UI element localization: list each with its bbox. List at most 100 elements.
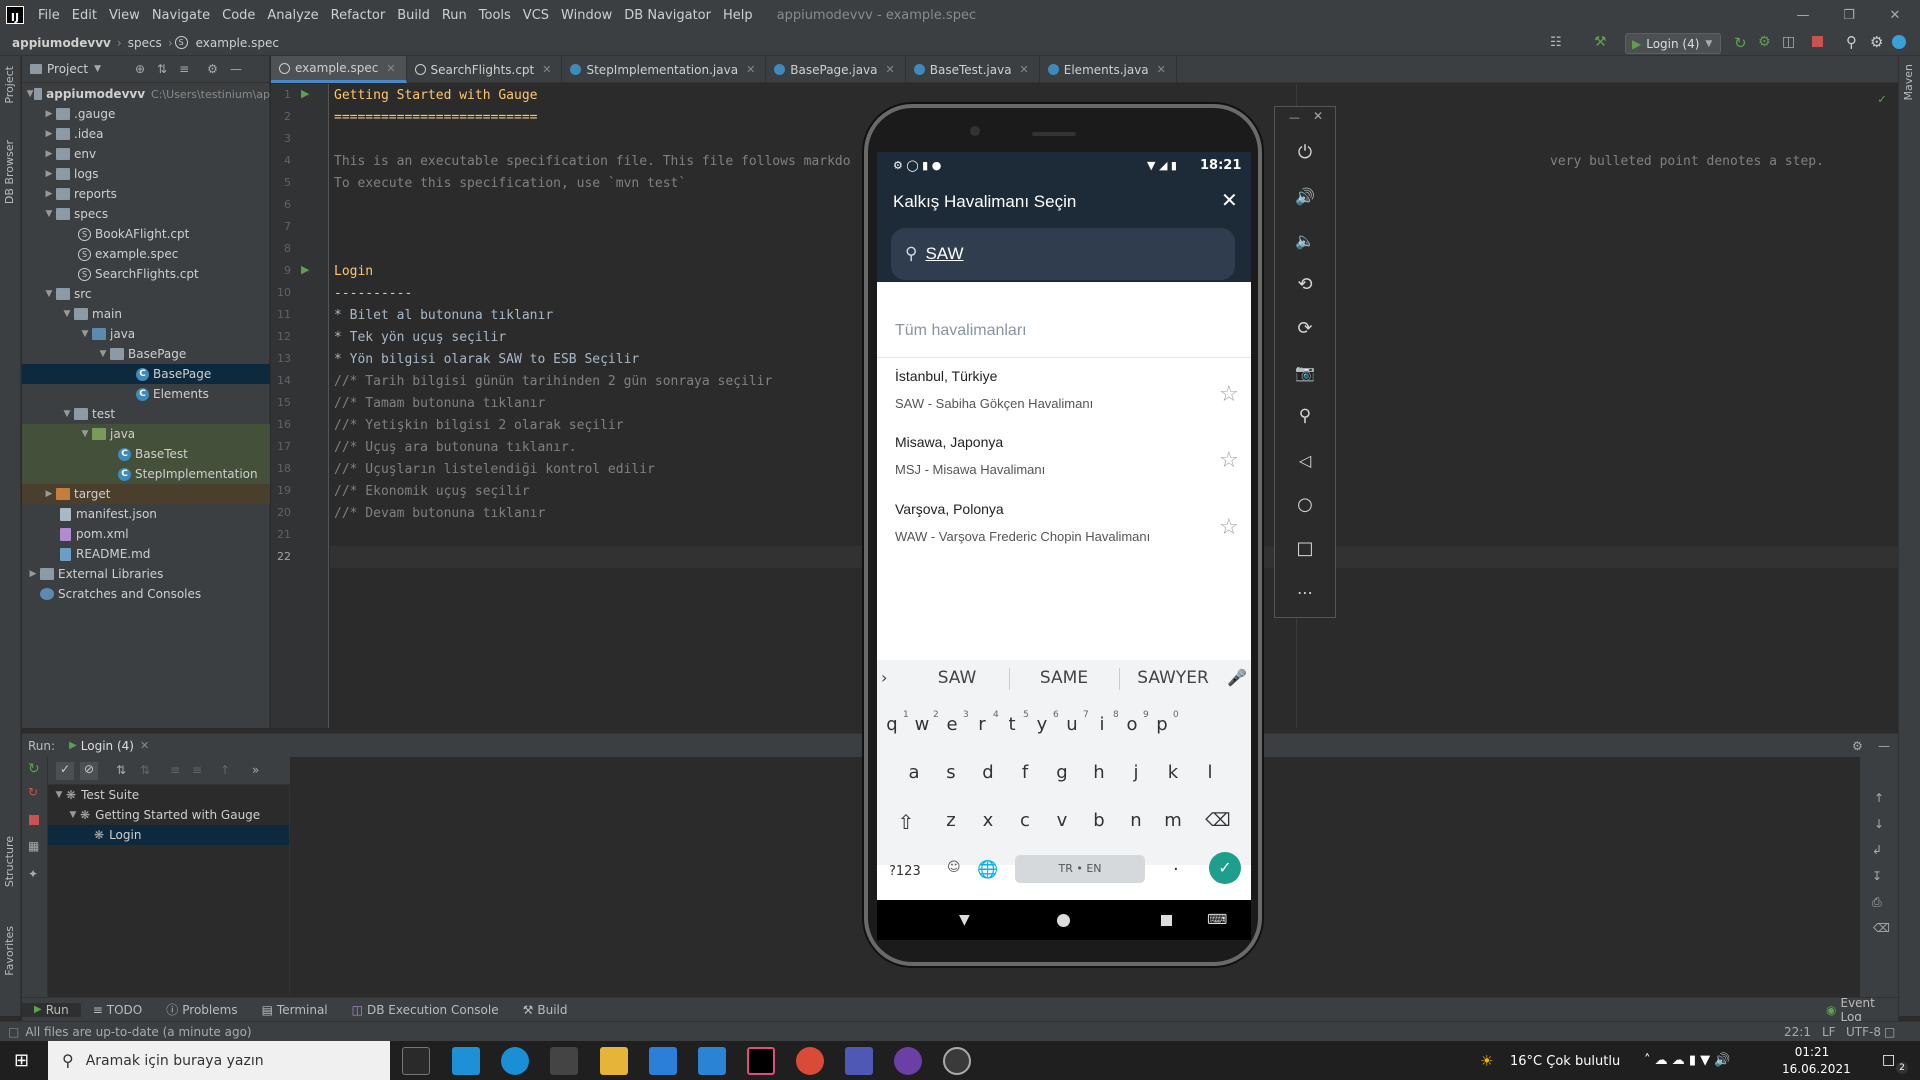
tab-basepage[interactable]: BasePage.java ✕ — [766, 56, 906, 83]
teams-icon[interactable] — [845, 1047, 873, 1075]
favorite-star-icon[interactable]: ☆ — [1219, 448, 1239, 473]
key[interactable]: j — [1121, 762, 1151, 783]
power-icon[interactable]: ⏻ — [1292, 139, 1318, 165]
toolwindow-run[interactable]: ▶ Run — [22, 1002, 81, 1017]
tree-root[interactable]: ▼ appiumodevvv C:\Users\testinium\ap — [22, 84, 270, 104]
clock-date[interactable]: 16.06.2021 — [1782, 1062, 1851, 1076]
tree-item[interactable]: pom.xml — [22, 524, 270, 544]
breadcrumb-project[interactable]: appiumodevvv — [0, 36, 115, 50]
suggestion-chip[interactable]: SAWYER — [1123, 668, 1223, 688]
line-separator[interactable]: LF — [1822, 1025, 1836, 1039]
sort-icon[interactable]: ⇅ — [116, 763, 126, 777]
suggestion-chip[interactable]: SAW — [917, 668, 997, 688]
close-icon[interactable]: ✕ — [746, 63, 755, 76]
locate-icon[interactable]: ⊕ — [135, 62, 145, 76]
test-scenario-row[interactable]: ❋ Login — [48, 825, 289, 845]
close-icon[interactable]: ✕ — [542, 63, 551, 76]
menu-view[interactable]: View — [103, 8, 146, 23]
menu-file[interactable]: File — [32, 8, 66, 23]
soft-wrap-icon[interactable]: ↲ — [1872, 843, 1882, 857]
rotate-left-icon[interactable]: ⟲ — [1292, 271, 1318, 297]
tree-item[interactable]: ▶ env — [22, 144, 270, 164]
tree-item[interactable]: README.md — [22, 544, 270, 564]
symbols-key[interactable]: ?123 — [889, 864, 921, 879]
emoji-key-icon[interactable]: ☺ — [947, 860, 961, 875]
debug-icon[interactable]: ⚙ — [1758, 34, 1771, 50]
calendar-icon[interactable] — [649, 1047, 677, 1075]
tree-item[interactable]: C Elements — [22, 384, 270, 404]
tree-item[interactable]: ▼ BasePage — [22, 344, 270, 364]
breadcrumb-file[interactable]: example.spec — [192, 36, 283, 50]
suggestion-chip[interactable]: SAME — [1019, 668, 1109, 688]
project-tool-label[interactable]: Project — [3, 66, 16, 104]
app-l-icon[interactable] — [452, 1047, 480, 1075]
volume-up-icon[interactable]: 🔊 — [1292, 183, 1318, 209]
done-check-key[interactable]: ✓ — [1209, 852, 1241, 884]
tree-item[interactable]: ▶ External Libraries — [22, 564, 270, 584]
tree-item[interactable]: ▼ java — [22, 324, 270, 344]
airport-result-item[interactable]: Varşova, Polonya WAW - Varşova Frederic … — [877, 495, 1251, 561]
rerun-failed-icon[interactable]: ↻ — [28, 785, 38, 799]
backspace-key-icon[interactable]: ⌫ — [1203, 810, 1233, 831]
home-icon[interactable] — [1057, 913, 1070, 927]
volume-down-icon[interactable]: 🔈 — [1292, 227, 1318, 253]
toolwindow-problems[interactable]: ⓘ Problems — [154, 1001, 249, 1018]
expand-all-icon[interactable]: ⇅ — [157, 62, 167, 76]
settings-gear-icon[interactable]: ⚙ — [1870, 33, 1883, 51]
rotate-right-icon[interactable]: ⟳ — [1292, 315, 1318, 341]
menu-code[interactable]: Code — [216, 8, 261, 23]
maven-tool-label[interactable]: Maven — [1902, 64, 1915, 100]
pin-icon[interactable]: ✦ — [28, 867, 38, 881]
rerun-icon[interactable]: ↻ — [1734, 34, 1747, 52]
scroll-to-end-icon[interactable]: ↧ — [1872, 869, 1882, 883]
menu-analyze[interactable]: Analyze — [261, 8, 324, 23]
shift-key-icon[interactable]: ⇧ — [891, 810, 921, 834]
key[interactable]: m — [1158, 810, 1188, 831]
search-icon[interactable]: ⚲ — [1846, 33, 1857, 51]
all-airports-label[interactable]: Tüm havalimanları — [895, 322, 1027, 340]
gear-icon[interactable]: ⚙ — [1852, 739, 1863, 753]
caret-position[interactable]: 22:1 — [1784, 1025, 1811, 1039]
trash-icon[interactable]: ⌫ — [1873, 921, 1890, 935]
notifications-icon[interactable]: □ — [1882, 1052, 1895, 1068]
file-encoding[interactable]: UTF-8 — [1846, 1025, 1881, 1039]
edge-browser-icon[interactable] — [501, 1047, 529, 1075]
toolwindow-terminal[interactable]: ▤ Terminal — [250, 1003, 340, 1017]
airport-search-input[interactable]: ⚲ SAW — [891, 228, 1235, 280]
project-pane-title[interactable]: Project — [47, 62, 88, 76]
show-ignored-icon[interactable]: ⊘ — [80, 762, 98, 780]
tree-item[interactable]: ▼ specs — [22, 204, 270, 224]
home-icon[interactable]: ○ — [1292, 491, 1318, 517]
tree-item-selected[interactable]: C BasePage — [22, 364, 270, 384]
back-icon[interactable]: ◁ — [1292, 447, 1318, 473]
favorite-star-icon[interactable]: ☆ — [1219, 382, 1239, 407]
run-tab-label[interactable]: Login (4) — [81, 739, 134, 753]
structure-tool-label[interactable]: Structure — [3, 836, 16, 887]
toolwindow-todo[interactable]: ≡ TODO — [81, 1003, 155, 1017]
collapse-all-icon[interactable]: ≡ — [192, 763, 202, 777]
key[interactable]: x — [973, 810, 1003, 831]
menu-tools[interactable]: Tools — [473, 8, 517, 23]
tab-stepimplementation[interactable]: StepImplementation.java ✕ — [562, 56, 767, 83]
language-globe-icon[interactable]: 🌐 — [977, 860, 998, 880]
tree-item[interactable]: ▶ logs — [22, 164, 270, 184]
menu-vcs[interactable]: VCS — [517, 8, 555, 23]
weather-icon[interactable]: ☀ — [1480, 1052, 1493, 1070]
lock-icon[interactable]: □ — [1884, 1025, 1895, 1039]
key[interactable]: z — [936, 810, 966, 831]
chevron-down-icon[interactable]: ▼ — [94, 64, 101, 74]
up-arrow-icon[interactable]: ↑ — [1874, 791, 1884, 805]
key[interactable]: s — [936, 762, 966, 783]
tree-item[interactable]: Sexample.spec — [22, 244, 270, 264]
tree-item[interactable]: S BookAFlight.cpt — [22, 224, 270, 244]
favorites-tool-label[interactable]: Favorites — [3, 926, 16, 976]
run-scenario-icon[interactable]: ▶ — [301, 263, 309, 276]
key[interactable]: d — [973, 762, 1003, 783]
more-icon[interactable]: » — [252, 763, 259, 777]
collapse-all-icon[interactable]: ≡ — [179, 62, 189, 76]
gear-icon[interactable]: ⚙ — [207, 62, 218, 76]
tree-item[interactable]: ▼ main — [22, 304, 270, 324]
more-options-icon[interactable]: ⋯ — [1292, 579, 1318, 605]
stop-icon[interactable] — [29, 815, 39, 825]
key[interactable]: f — [1010, 762, 1040, 783]
